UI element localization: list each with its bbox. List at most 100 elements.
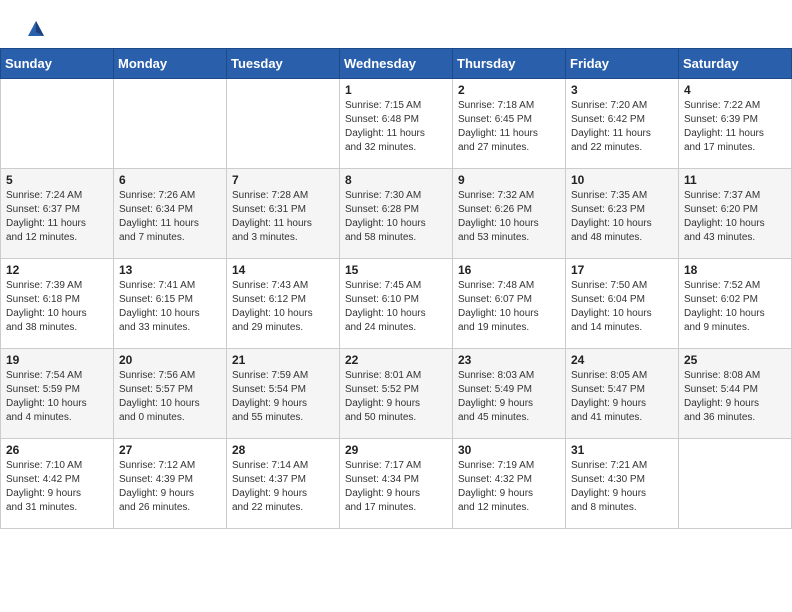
- day-info-line: Sunrise: 7:14 AM: [232, 460, 308, 471]
- day-number: 20: [119, 353, 221, 367]
- day-number: 25: [684, 353, 786, 367]
- day-info-line: Sunrise: 7:37 AM: [684, 190, 760, 201]
- calendar-cell: 29Sunrise: 7:17 AMSunset: 4:34 PMDayligh…: [340, 439, 453, 529]
- day-number: 12: [6, 263, 108, 277]
- day-info-line: Daylight: 9 hours: [458, 488, 533, 499]
- day-info-line: Sunset: 6:42 PM: [571, 114, 645, 125]
- day-info: Sunrise: 7:19 AM Sunset: 4:32 PM Daylight:…: [458, 459, 560, 515]
- day-info-line: and 7 minutes.: [119, 232, 185, 243]
- day-info-line: and 31 minutes.: [6, 502, 77, 513]
- day-info-line: and 32 minutes.: [345, 142, 416, 153]
- day-info: Sunrise: 7:52 AMSunset: 6:02 PMDaylight:…: [684, 279, 786, 335]
- day-info-line: Sunset: 4:37 PM: [232, 474, 306, 485]
- day-info-line: Sunset: 5:52 PM: [345, 384, 419, 395]
- day-info-line: Daylight: 9 hours: [345, 398, 420, 409]
- day-number: 4: [684, 83, 786, 97]
- day-number: 30: [458, 443, 560, 457]
- day-info-line: Daylight: 9 hours: [119, 488, 194, 499]
- day-info: Sunrise: 8:05 AMSunset: 5:47 PMDaylight:…: [571, 369, 673, 425]
- day-info-line: Sunrise: 8:01 AM: [345, 370, 421, 381]
- day-info-line: Daylight: 10 hours: [345, 308, 426, 319]
- day-number: 3: [571, 83, 673, 97]
- day-info: Sunrise: 7:14 AMSunset: 4:37 PMDaylight:…: [232, 459, 334, 515]
- day-info-line: and 9 minutes.: [684, 322, 750, 333]
- day-info-line: Sunrise: 8:08 AM: [684, 370, 760, 381]
- day-info: Sunrise: 7:20 AMSunset: 6:42 PMDaylight:…: [571, 99, 673, 155]
- day-number: 15: [345, 263, 447, 277]
- weekday-header-tuesday: Tuesday: [227, 49, 340, 79]
- day-info-line: Sunset: 5:59 PM: [6, 384, 80, 395]
- day-info-line: Sunrise: 7:17 AM: [345, 460, 421, 471]
- day-number: 26: [6, 443, 108, 457]
- day-number: 1: [345, 83, 447, 97]
- calendar-cell: 14Sunrise: 7:43 AMSunset: 6:12 PMDayligh…: [227, 259, 340, 349]
- day-info-line: Daylight: 10 hours: [684, 218, 765, 229]
- day-info-line: Sunset: 6:34 PM: [119, 204, 193, 215]
- day-info-line: Daylight: 10 hours: [571, 308, 652, 319]
- day-info-line: and 58 minutes.: [345, 232, 416, 243]
- day-info-line: Sunrise: 7:19 AM: [458, 460, 534, 471]
- day-info-line: Daylight: 10 hours: [571, 218, 652, 229]
- day-info-line: Sunset: 4:32 PM: [458, 474, 532, 485]
- day-info-line: Sunset: 6:15 PM: [119, 294, 193, 305]
- day-info: Sunrise: 7:21 AMSunset: 4:30 PMDaylight:…: [571, 459, 673, 515]
- header: [0, 0, 792, 44]
- calendar-cell: 12 Sunrise: 7:39 AMSunset: 6:18 PMDayligh…: [1, 259, 114, 349]
- day-info-line: and 14 minutes.: [571, 322, 642, 333]
- day-number: 27: [119, 443, 221, 457]
- day-number: 17: [571, 263, 673, 277]
- weekday-header-sunday: Sunday: [1, 49, 114, 79]
- day-info-line: Sunrise: 7:48 AM: [458, 280, 534, 291]
- day-info-line: and 55 minutes.: [232, 412, 303, 423]
- day-info-line: and 26 minutes.: [119, 502, 190, 513]
- day-info: Sunrise: 7:30 AMSunset: 6:28 PMDaylight:…: [345, 189, 447, 245]
- day-number: 29: [345, 443, 447, 457]
- weekday-header-thursday: Thursday: [453, 49, 566, 79]
- day-number: 16: [458, 263, 560, 277]
- day-info: Sunrise: 7:56 AMSunset: 5:57 PMDaylight:…: [119, 369, 221, 425]
- day-info-line: Daylight: 9 hours: [232, 398, 307, 409]
- day-info-line: Sunset: 5:57 PM: [119, 384, 193, 395]
- day-info-line: Daylight: 11 hours: [571, 128, 651, 139]
- day-info-line: Sunrise: 7:28 AM: [232, 190, 308, 201]
- day-info-line: and 41 minutes.: [571, 412, 642, 423]
- calendar-cell: [1, 79, 114, 169]
- day-info-line: Sunrise: 7:59 AM: [232, 370, 308, 381]
- day-info: Sunrise: 7:24 AMSunset: 6:37 PMDaylight:…: [6, 189, 108, 245]
- day-info: Sunrise: 7:50 AMSunset: 6:04 PMDaylight:…: [571, 279, 673, 335]
- calendar-cell: 27Sunrise: 7:12 AMSunset: 4:39 PMDayligh…: [114, 439, 227, 529]
- day-info-line: Sunrise: 7:26 AM: [119, 190, 195, 201]
- calendar-cell: 1Sunrise: 7:15 AMSunset: 6:48 PMDaylight…: [340, 79, 453, 169]
- day-info-line: Daylight: 10 hours: [232, 308, 313, 319]
- day-number: 31: [571, 443, 673, 457]
- day-info: Sunrise: 7:39 AMSunset: 6:18 PMDaylight:…: [6, 279, 108, 335]
- calendar-cell: 9Sunrise: 7:32 AMSunset: 6:26 PMDaylight…: [453, 169, 566, 259]
- day-info-line: Sunrise: 7:15 AM: [345, 100, 421, 111]
- weekday-header-friday: Friday: [566, 49, 679, 79]
- day-number: 8: [345, 173, 447, 187]
- week-row-4: 19Sunrise: 7:54 AMSunset: 5:59 PMDayligh…: [1, 349, 792, 439]
- day-info: Sunrise: 7:18 AMSunset: 6:45 PMDaylight:…: [458, 99, 560, 155]
- week-row-1: 1Sunrise: 7:15 AMSunset: 6:48 PMDaylight…: [1, 79, 792, 169]
- calendar-cell: 15 Sunrise: 7:45 AMSunset: 6:10 PMDayligh…: [340, 259, 453, 349]
- calendar-cell: 5Sunrise: 7:24 AMSunset: 6:37 PMDaylight…: [1, 169, 114, 259]
- day-info-line: Daylight: 9 hours: [684, 398, 759, 409]
- day-info-line: Daylight: 11 hours: [6, 218, 86, 229]
- day-info: Sunrise: 8:03 AMSunset: 5:49 PMDaylight:…: [458, 369, 560, 425]
- day-info-line: and 8 minutes.: [571, 502, 637, 513]
- day-info: Sunrise: 7:48 AMSunset: 6:07 PMDaylight:…: [458, 279, 560, 335]
- day-number: 22: [345, 353, 447, 367]
- calendar-cell: 8 Sunrise: 7:30 AMSunset: 6:28 PMDaylight…: [340, 169, 453, 259]
- day-number: 23: [458, 353, 560, 367]
- calendar: SundayMondayTuesdayWednesdayThursdayFrid…: [0, 48, 792, 529]
- calendar-cell: 23 Sunrise: 8:03 AMSunset: 5:49 PMDayligh…: [453, 349, 566, 439]
- day-info-line: Daylight: 10 hours: [119, 398, 200, 409]
- day-info: Sunrise: 7:45 AMSunset: 6:10 PMDaylight:…: [345, 279, 447, 335]
- day-info-line: Sunset: 5:47 PM: [571, 384, 645, 395]
- day-info-line: Sunrise: 7:41 AM: [119, 280, 195, 291]
- day-number: 24: [571, 353, 673, 367]
- day-info-line: Sunrise: 7:24 AM: [6, 190, 82, 201]
- day-number: 2: [458, 83, 560, 97]
- day-info-line: Sunset: 6:04 PM: [571, 294, 645, 305]
- logo: [24, 18, 48, 36]
